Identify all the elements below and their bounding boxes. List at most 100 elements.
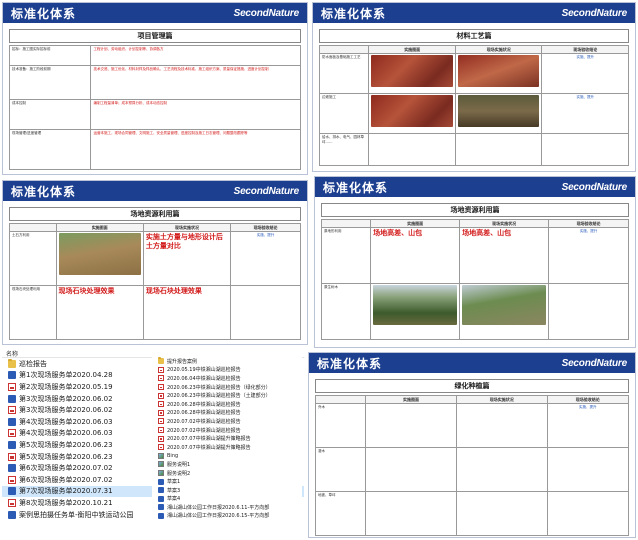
brand-title: 标准化体系 [323,180,389,195]
slide-header: 标准化体系 SecondNature [309,353,635,373]
site-photo [371,55,453,88]
row-label: 原生树木 [320,283,372,341]
brand-title: 标准化体系 [11,184,77,199]
folder-icon [8,358,16,368]
file-name: 2020.06.28中铁湘山湖巡检报告 [167,401,241,408]
file-item[interactable]: 2020.07.02中铁湘山湖巡检报告 [152,426,302,435]
brand-title: 标准化体系 [11,6,77,21]
col-header: 现场实施状况 [459,218,550,229]
img-icon [158,452,164,459]
pdf-icon [8,498,16,507]
col-header: 现场验收结论 [230,222,301,233]
word-icon [158,487,164,494]
status-text: 实施、提升 [579,405,597,410]
word-icon [8,417,16,426]
col-header: 现场验收结论 [541,44,629,55]
file-name: 2020.07.07中铁湘山湖提升策略报告 [167,444,251,451]
file-name: 巡检报告 [19,359,47,368]
file-item[interactable]: 草案3 [152,486,302,495]
folder-item[interactable]: 提升报告案例 [152,357,302,366]
row-label: 乔木 [314,403,367,449]
file-item[interactable]: Bing [152,452,302,461]
col-header-empty [320,218,372,229]
status-text: 实施、提升 [576,55,594,60]
pdf-icon [158,392,164,399]
brand-logo: SecondNature [233,185,300,197]
row-label: 成本控制 [8,99,92,130]
file-name: 2020.05.19中铁湘山湖巡检报告 [167,367,241,374]
slide-header: 标准化体系 SecondNature [3,181,307,201]
word-icon [158,504,164,511]
row-label: 技术准备：施工阶段前期 [8,65,92,100]
file-item[interactable]: 2020.06.23中铁湘山湖巡检报告（绿化部分） [152,383,302,392]
col-header: 实施图面 [368,44,456,55]
row-label: 现场管理/进度管理 [8,129,92,170]
row-label: 给水、排水、电气、园林草坪…… [318,133,370,167]
brand-title: 标准化体系 [317,356,383,371]
site-photo [371,95,453,128]
file-name: 2020.06.23中铁湘山湖巡检报告（土建部分） [167,393,271,400]
file-item[interactable]: 草案4 [152,495,302,504]
file-item[interactable]: 2020.07.07中铁湘山湖提升策略报告 [152,443,302,452]
pdf-icon [8,429,16,438]
file-name: Bing [167,452,179,459]
row-label: 地被、草坪 [314,491,367,537]
file-item[interactable]: 2020.07.02中铁湘山湖巡检报告 [152,417,302,426]
slide-header: 标准化体系 SecondNature [3,3,307,23]
file-name: 服务说明2 [167,470,191,477]
slide-project-management: 标准化体系 SecondNature 项目管理篇 招标：施工图实际招标前 工程计划… [2,2,308,175]
brand-title: 标准化体系 [321,6,387,21]
file-item[interactable]: 2020.06.04中铁湘山湖巡检报告 [152,374,302,383]
col-header-empty [9,222,57,233]
file-name: 湘山湖山体公园工作日报2020.6.15-平方向部 [167,513,270,520]
file-item[interactable]: 2020.06.28中铁湘山湖巡检报告 [152,409,302,418]
img-icon [158,461,164,468]
section-title: 场地资源利用篇 [321,203,629,217]
row-note: 实施土方量与地形设计后土方量对比 [145,233,223,250]
file-item[interactable]: 2020.07.07中铁湘山湖提升策略报告 [152,434,302,443]
file-name: 服务说明1 [167,461,191,468]
pdf-icon [158,435,164,442]
slide-site-resource-1: 标准化体系 SecondNature 场地资源利用篇 实施图面 现场实施状况 现… [2,180,308,345]
file-item[interactable]: 湘山湖山体公园工作日报2020.6.15-平方向部 [152,512,302,521]
file-item[interactable]: 草案1 [152,477,302,486]
status-text: 实施、提升 [576,95,594,100]
file-item[interactable]: 2020.06.28中铁湘山湖巡检报告 [152,400,302,409]
pdf-icon [8,406,16,415]
file-item[interactable]: 服务说明2 [152,469,302,478]
slide-site-resource-2: 标准化体系 SecondNature 场地资源利用篇 实施图面 现场实施状况 现… [314,176,636,348]
row-note: 场地高差、山包 [462,229,512,238]
col-header: 现场实施状况 [142,222,232,233]
slide-header: 标准化体系 SecondNature [315,177,635,197]
word-icon [158,495,164,502]
pdf-icon [8,382,16,391]
file-name: 第4次现场服务单2020.06.03 [19,417,113,426]
section-title: 材料工艺篇 [319,29,629,43]
word-icon [8,487,16,496]
col-header: 实施图面 [370,218,461,229]
file-name: 第7次现场服务单2020.07.31 [19,487,113,496]
file-name: 草案3 [167,487,181,494]
img-icon [158,470,164,477]
file-item[interactable]: 2020.06.23中铁湘山湖巡检报告（土建部分） [152,391,302,400]
word-icon [8,464,16,473]
file-name: 第6次现场服务单2020.07.02 [19,464,113,473]
col-header: 现场实施状况 [454,44,543,55]
brand-logo: SecondNature [561,357,628,369]
file-item[interactable]: 湘山湖山体公园工作日报2020.6.11-平方向部 [152,503,302,512]
row-note: 现场石块处理效果 [145,287,202,296]
row-label: 现场石块处理利用 [9,285,57,341]
file-name: 第5次现场服务单2020.06.23 [19,452,113,461]
file-item[interactable]: 服务说明1 [152,460,302,469]
file-list-right: 提升报告案例 2020.05.19中铁湘山湖巡检报告 2020.06.04中铁湘山湖… [152,357,302,520]
pdf-icon [158,384,164,391]
file-name: 草案4 [167,496,181,503]
site-photo [373,285,458,326]
file-item[interactable]: 2020.05.19中铁湘山湖巡检报告 [152,366,302,375]
word-icon [158,512,164,519]
row-note: 现场石块处理效果 [58,287,115,296]
col-header-empty [318,44,370,55]
row-text: 编制工程量清单；成本预算分析、成本动态控制 [90,99,301,130]
brand-logo: SecondNature [561,181,628,193]
row-text: 工程计划、劳动组织、计划控制等、协调各方 [90,45,301,66]
